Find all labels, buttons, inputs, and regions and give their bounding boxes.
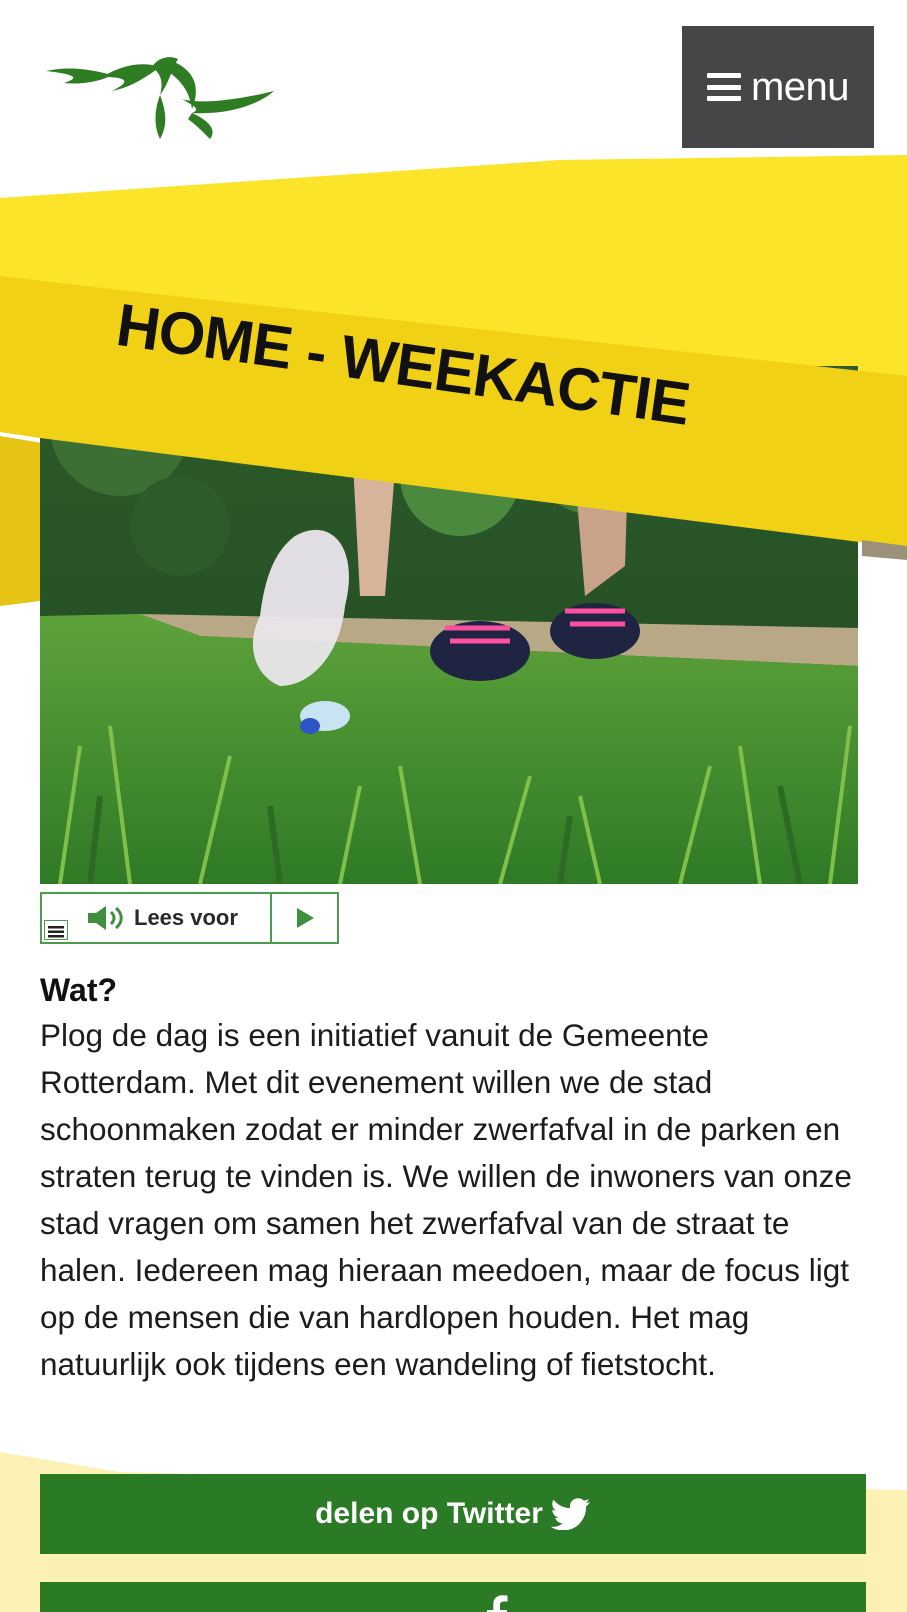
list-icon[interactable] [44,920,68,940]
article-heading: Wat? [40,972,118,1008]
page: HOME - WEEKACTIE menu Lees voor Wat? Plo… [0,0,907,1612]
hamburger-icon [706,73,741,101]
read-aloud-button[interactable]: Lees voor [42,894,272,942]
play-button[interactable] [272,894,337,942]
share-twitter-button[interactable]: delen op Twitter [40,1474,866,1554]
facebook-icon [487,1595,508,1612]
read-aloud-widget: Lees voor [40,892,339,944]
menu-label: menu [750,65,850,109]
speaker-icon [88,906,123,930]
play-icon [296,908,314,928]
menu-button[interactable]: menu [682,26,874,148]
hero-image [40,366,858,884]
read-aloud-label: Lees voor [134,905,238,930]
share-twitter-label: delen op Twitter [315,1497,543,1530]
share-facebook-button[interactable] [40,1582,866,1612]
article-body: Plog de dag is een initiatief vanuit de … [40,1017,852,1382]
twitter-bird-icon [550,1498,590,1530]
gemeente-rotterdam-logo-icon[interactable] [42,55,282,140]
